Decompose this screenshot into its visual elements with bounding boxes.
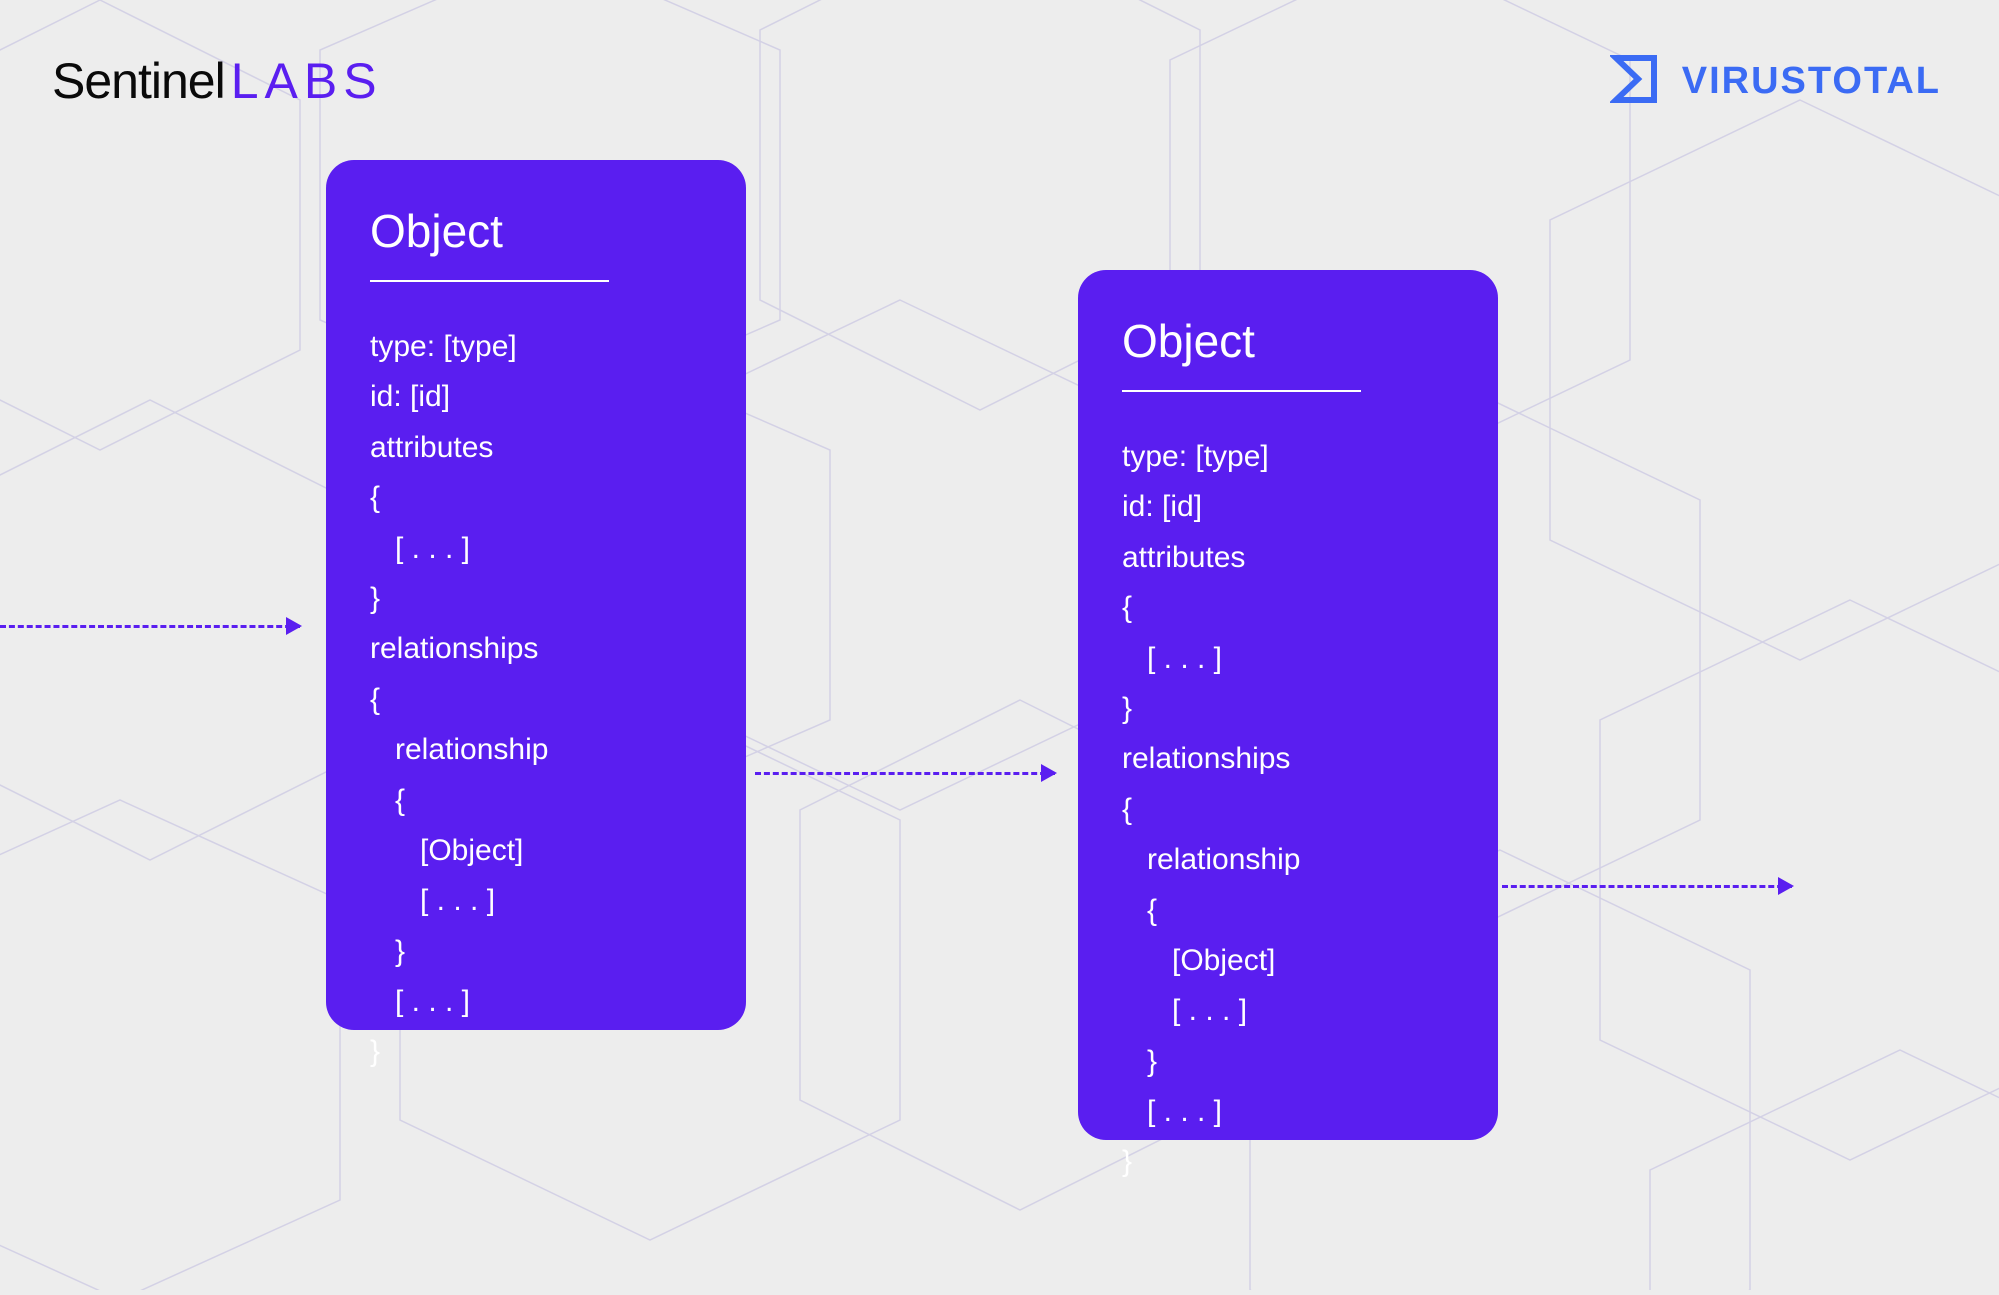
object-card-right: Object type: [type] id: [id] attributes … — [1078, 270, 1498, 1140]
card-body: type: [type] id: [id] attributes { [ . .… — [370, 322, 702, 1078]
virustotal-logo: VIRUSTOTAL — [1610, 52, 1941, 111]
arrow-out-of-right-card — [1502, 885, 1792, 888]
sigma-icon — [1610, 52, 1664, 111]
sentinel-text: Sentinel — [52, 52, 225, 110]
background-hex-pattern — [0, 0, 1999, 1290]
card-underline — [1122, 390, 1361, 392]
virustotal-text: VIRUSTOTAL — [1682, 60, 1941, 103]
card-title: Object — [370, 204, 702, 258]
arrow-between-cards — [755, 772, 1055, 775]
sentinel-labs-logo: Sentinel LABS — [52, 52, 383, 110]
card-body: type: [type] id: [id] attributes { [ . .… — [1122, 432, 1454, 1188]
arrow-into-left-card — [0, 625, 300, 628]
card-title: Object — [1122, 314, 1454, 368]
object-card-left: Object type: [type] id: [id] attributes … — [326, 160, 746, 1030]
card-underline — [370, 280, 609, 282]
labs-text: LABS — [231, 52, 383, 110]
